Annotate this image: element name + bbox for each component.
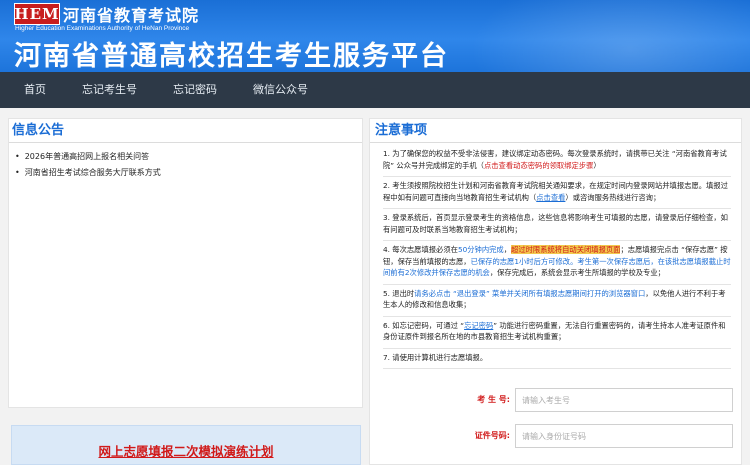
rule-3-text: 3. 登录系统后，首页显示登录考生的资格信息，这些信息将影响考生可填报的志愿，请… — [383, 213, 728, 234]
rule-2-tail: ）或咨询服务热线进行咨询； — [565, 192, 661, 202]
notice-list: 2026年普通高招网上报名相关问答 河南省招生考试综合服务大厅联系方式 — [9, 143, 362, 179]
notice-item-qa[interactable]: 2026年普通高招网上报名相关问答 — [15, 151, 362, 163]
org-english-name: Higher Education Examinations Authority … — [15, 25, 190, 32]
org-name: 河南省教育考试院 — [63, 6, 200, 25]
nav-home[interactable]: 首页 — [14, 72, 56, 108]
rules-panel: 注意事项 1. 为了确保您的权益不受非法侵害，建议绑定动态密码。每次登录系统时，… — [369, 118, 742, 465]
rule-6: 6. 如忘记密码，可通过 “忘记密码” 功能进行密码重置，无法自行重置密码的，请… — [383, 320, 731, 349]
rule-4: 4. 每次志愿填报必须在50分钟内完成，超过时限系统将自动关闭填报页面；志愿填报… — [383, 244, 731, 285]
hem-logo: HEM — [14, 3, 60, 25]
rule-5-logout-note: 请务必点击 “退出登录” 菜单并关闭所有填报志愿期间打开的浏览器窗口 — [414, 288, 646, 298]
platform-title: 河南省普通高校招生考生服务平台 — [14, 41, 449, 72]
rule-4-text: 4. 每次志愿填报必须在 — [383, 245, 458, 254]
nav-wechat[interactable]: 微信公众号 — [243, 72, 318, 108]
drill-plan-box: 网上志愿填报二次模拟演练计划 — [11, 425, 361, 465]
rules-title: 注意事项 — [375, 123, 428, 138]
forgot-password-link[interactable]: 忘记密码 — [464, 321, 493, 330]
rule-5: 5. 退出时请务必点击 “退出登录” 菜单并关闭所有填报志愿期间打开的浏览器窗口… — [383, 288, 731, 317]
rule-5-text: 5. 退出时 — [383, 288, 415, 298]
id-number-input[interactable] — [515, 424, 733, 448]
rule-7: 7. 请使用计算机进行志愿填报。 — [383, 352, 731, 369]
notice-panel-header: 信息公告 — [9, 119, 362, 143]
notice-item-contact[interactable]: 河南省招生考试综合服务大厅联系方式 — [15, 167, 362, 179]
header-banner: HEM 河南省教育考试院 Higher Education Examinatio… — [0, 0, 750, 72]
rule-4-tail: ，保存完成后，系统会显示考生所填报的学校及专业； — [489, 268, 665, 277]
rules-list: 1. 为了确保您的权益不受非法侵害，建议绑定动态密码。每次登录系统时，请携带已关… — [370, 143, 741, 369]
rule-4-comma: ， — [503, 245, 512, 254]
rule-4-time-limit: 50分钟内完成 — [457, 245, 504, 254]
exam-number-row: 考 生 号: — [370, 388, 743, 412]
top-nav: 首页 忘记考生号 忘记密码 微信公众号 — [0, 72, 750, 108]
logo-text: HEM — [14, 5, 60, 23]
binding-steps-link[interactable]: 点击查看动态密码的领取绑定步骤 — [484, 161, 593, 170]
exam-number-input[interactable] — [515, 388, 733, 412]
rule-2: 2. 考生须按照院校招生计划和河南省教育考试院相关通知要求，在规定时间内登录网站… — [383, 180, 731, 209]
notice-title: 信息公告 — [12, 123, 65, 138]
rule-6-text: 6. 如忘记密码，可通过 “ — [383, 320, 465, 330]
notice-panel: 信息公告 2026年普通高招网上报名相关问答 河南省招生考试综合服务大厅联系方式 — [8, 118, 363, 408]
rule-3: 3. 登录系统后，首页显示登录考生的资格信息，这些信息将影响考生可填报的志愿，请… — [383, 212, 731, 241]
drill-plan-link[interactable]: 网上志愿填报二次模拟演练计划 — [12, 441, 360, 460]
nav-forgot-exam-number[interactable]: 忘记考生号 — [72, 72, 147, 108]
rule-1-tail: ） — [593, 160, 601, 170]
rule-7-text: 7. 请使用计算机进行志愿填报。 — [383, 352, 488, 362]
rule-4-timeout-warning: 超过时限系统将自动关闭填报页面 — [511, 245, 621, 254]
nav-forgot-password[interactable]: 忘记密码 — [163, 72, 227, 108]
contact-view-link[interactable]: 点击查看 — [536, 193, 565, 202]
exam-number-label: 考 生 号: — [477, 395, 510, 404]
id-number-row: 证件号码: — [370, 424, 743, 448]
rule-1: 1. 为了确保您的权益不受非法侵害，建议绑定动态密码。每次登录系统时，请携带已关… — [383, 148, 731, 177]
rules-panel-header: 注意事项 — [370, 119, 741, 143]
id-number-label: 证件号码: — [474, 431, 510, 440]
